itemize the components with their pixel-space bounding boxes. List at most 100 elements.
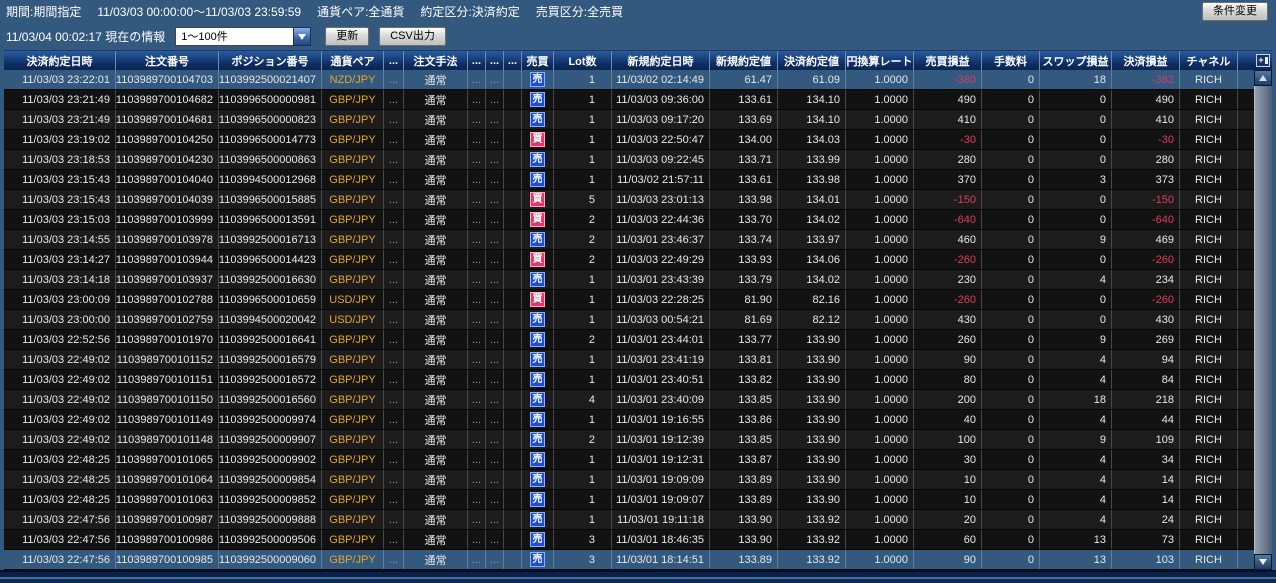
table-row[interactable]: 11/03/03 22:49:02 1103989700101148 1103992… bbox=[4, 430, 1254, 451]
horizontal-scrollbar-strip[interactable] bbox=[0, 570, 1276, 583]
table-row[interactable]: 11/03/03 22:52:56 1103989700101970 1103992… bbox=[4, 330, 1254, 351]
table-row[interactable]: 11/03/03 22:47:56 1103989700100986 1103992… bbox=[4, 530, 1254, 551]
cell-swap: 3 bbox=[1040, 170, 1112, 190]
scroll-up-button[interactable] bbox=[1254, 70, 1272, 87]
table-row[interactable]: 11/03/03 23:00:09 1103989700102788 1103996… bbox=[4, 290, 1254, 311]
cell-open: 133.85 bbox=[710, 390, 778, 410]
cell-odt: 11/03/03 22:28:25 bbox=[612, 290, 710, 310]
column-header-d1[interactable]: ... bbox=[384, 51, 404, 71]
cell-lots: 1 bbox=[554, 90, 612, 110]
table-row[interactable]: 11/03/03 23:15:03 1103989700103999 1103996… bbox=[4, 210, 1254, 231]
cell-odt: 11/03/03 09:36:00 bbox=[612, 90, 710, 110]
cell-dt: 11/03/03 23:15:03 bbox=[4, 210, 116, 230]
table-row[interactable]: 11/03/03 23:21:49 1103989700104682 1103996… bbox=[4, 90, 1254, 111]
cell-odt: 11/03/02 02:14:49 bbox=[612, 70, 710, 90]
column-header-dt[interactable]: 決済約定日時 bbox=[4, 51, 116, 71]
column-header-d4[interactable]: ... bbox=[504, 51, 522, 71]
column-header-swap[interactable]: スワップ損益 bbox=[1040, 51, 1112, 71]
sell-badge: 売 bbox=[530, 392, 545, 408]
table-row[interactable]: 11/03/03 23:18:53 1103989700104230 1103996… bbox=[4, 150, 1254, 171]
table-row[interactable]: 11/03/03 23:00:00 1103989700102759 1103994… bbox=[4, 310, 1254, 331]
table-row[interactable]: 11/03/03 23:14:27 1103989700103944 1103996… bbox=[4, 250, 1254, 271]
cell-swap: 0 bbox=[1040, 290, 1112, 310]
cell-close: 134.10 bbox=[778, 110, 846, 130]
cell-d1: ... bbox=[384, 550, 404, 570]
cell-swap: 4 bbox=[1040, 410, 1112, 430]
cell-pl: 20 bbox=[914, 510, 982, 530]
cell-close: 133.90 bbox=[778, 370, 846, 390]
change-conditions-button[interactable]: 条件変更 bbox=[1202, 2, 1268, 22]
column-header-d2[interactable]: ... bbox=[468, 51, 486, 71]
column-header-fee[interactable]: 手数料 bbox=[982, 51, 1040, 71]
cell-total: 430 bbox=[1112, 310, 1180, 330]
cell-pos: 1103996500013591 bbox=[219, 210, 322, 230]
cell-order: 1103989700103937 bbox=[116, 270, 219, 290]
table-row[interactable]: 11/03/03 22:49:02 1103989700101152 1103992… bbox=[4, 350, 1254, 371]
table-row[interactable]: 11/03/03 22:49:02 1103989700101149 1103992… bbox=[4, 410, 1254, 431]
cell-side: 売 bbox=[522, 270, 554, 290]
cell-d1: ... bbox=[384, 530, 404, 550]
column-header-order[interactable]: 注文番号 bbox=[116, 51, 219, 71]
table-row[interactable]: 11/03/03 23:21:49 1103989700104681 1103996… bbox=[4, 110, 1254, 131]
column-header-lots[interactable]: Lot数 bbox=[554, 51, 612, 71]
table-row[interactable]: 11/03/03 22:47:56 1103989700100985 1103992… bbox=[4, 550, 1254, 571]
column-header-close[interactable]: 決済約定値 bbox=[778, 51, 846, 71]
column-header-d3[interactable]: ... bbox=[486, 51, 504, 71]
table-row[interactable]: 11/03/03 22:49:02 1103989700101150 1103992… bbox=[4, 390, 1254, 411]
table-row[interactable]: 11/03/03 23:15:43 1103989700104039 1103996… bbox=[4, 190, 1254, 211]
cell-dt: 11/03/03 22:49:02 bbox=[4, 430, 116, 450]
column-header-pos[interactable]: ポジション番号 bbox=[219, 51, 322, 71]
cell-swap: 4 bbox=[1040, 450, 1112, 470]
table-row[interactable]: 11/03/03 23:14:55 1103989700103978 1103992… bbox=[4, 230, 1254, 251]
cell-method: 通常 bbox=[404, 370, 468, 390]
column-header-total[interactable]: 決済損益 bbox=[1112, 51, 1180, 71]
cell-swap: 0 bbox=[1040, 210, 1112, 230]
column-header-ch[interactable]: チャネル bbox=[1180, 51, 1238, 71]
table-row[interactable]: 11/03/03 22:47:56 1103989700100987 1103992… bbox=[4, 510, 1254, 531]
column-header-pair[interactable]: 通貨ペア bbox=[322, 51, 384, 71]
cell-open: 133.98 bbox=[710, 190, 778, 210]
cell-lots: 1 bbox=[554, 290, 612, 310]
cell-odt: 11/03/01 18:14:51 bbox=[612, 550, 710, 570]
cell-d4 bbox=[504, 310, 522, 330]
table-row[interactable]: 11/03/03 22:48:25 1103989700101065 1103992… bbox=[4, 450, 1254, 471]
chevron-down-icon[interactable] bbox=[293, 27, 312, 47]
csv-export-button[interactable]: CSV出力 bbox=[379, 27, 446, 47]
cell-pl: 370 bbox=[914, 170, 982, 190]
table-row[interactable]: 11/03/03 23:14:18 1103989700103937 1103992… bbox=[4, 270, 1254, 291]
cell-side: 売 bbox=[522, 530, 554, 550]
cell-ch: RICH bbox=[1180, 310, 1238, 330]
table-row[interactable]: 11/03/03 22:48:25 1103989700101063 1103992… bbox=[4, 490, 1254, 511]
column-header-method[interactable]: 注文手法 bbox=[404, 51, 468, 71]
column-header-odt[interactable]: 新規約定日時 bbox=[612, 51, 710, 71]
refresh-button[interactable]: 更新 bbox=[325, 27, 370, 47]
cell-dt: 11/03/03 23:15:43 bbox=[4, 170, 116, 190]
column-header-open[interactable]: 新規約定値 bbox=[710, 51, 778, 71]
scroll-down-button[interactable] bbox=[1254, 554, 1272, 571]
range-select-value[interactable]: 1〜100件 bbox=[175, 27, 294, 47]
cell-pair: GBP/JPY bbox=[322, 230, 384, 250]
column-settings-icon[interactable]: + bbox=[1256, 54, 1270, 68]
cell-odt: 11/03/03 00:54:21 bbox=[612, 310, 710, 330]
cell-d1: ... bbox=[384, 450, 404, 470]
scrollbar-thumb[interactable] bbox=[1254, 86, 1272, 555]
column-header-side[interactable]: 売買 bbox=[522, 51, 554, 71]
cell-odt: 11/03/01 23:40:09 bbox=[612, 390, 710, 410]
cell-d3: ... bbox=[486, 370, 504, 390]
range-select[interactable]: 1〜100件 bbox=[175, 27, 312, 47]
cell-side: 売 bbox=[522, 370, 554, 390]
cell-swap: 4 bbox=[1040, 350, 1112, 370]
cell-rate: 1.0000 bbox=[846, 490, 914, 510]
cell-dt: 11/03/03 23:14:55 bbox=[4, 230, 116, 250]
vertical-scrollbar[interactable]: + bbox=[1254, 51, 1272, 571]
table-row[interactable]: 11/03/03 23:19:02 1103989700104250 1103996… bbox=[4, 130, 1254, 151]
table-row[interactable]: 11/03/03 23:22:01 1103989700104703 1103992… bbox=[4, 70, 1254, 91]
table-row[interactable]: 11/03/03 23:15:43 1103989700104040 1103994… bbox=[4, 170, 1254, 191]
table-row[interactable]: 11/03/03 22:48:25 1103989700101064 1103992… bbox=[4, 470, 1254, 491]
column-header-rate[interactable]: 円換算レート bbox=[846, 51, 914, 71]
table-row[interactable]: 11/03/03 22:49:02 1103989700101151 1103992… bbox=[4, 370, 1254, 391]
cell-d4 bbox=[504, 350, 522, 370]
column-header-pl[interactable]: 売買損益 bbox=[914, 51, 982, 71]
cell-open: 133.82 bbox=[710, 370, 778, 390]
cell-fee: 0 bbox=[982, 190, 1040, 210]
